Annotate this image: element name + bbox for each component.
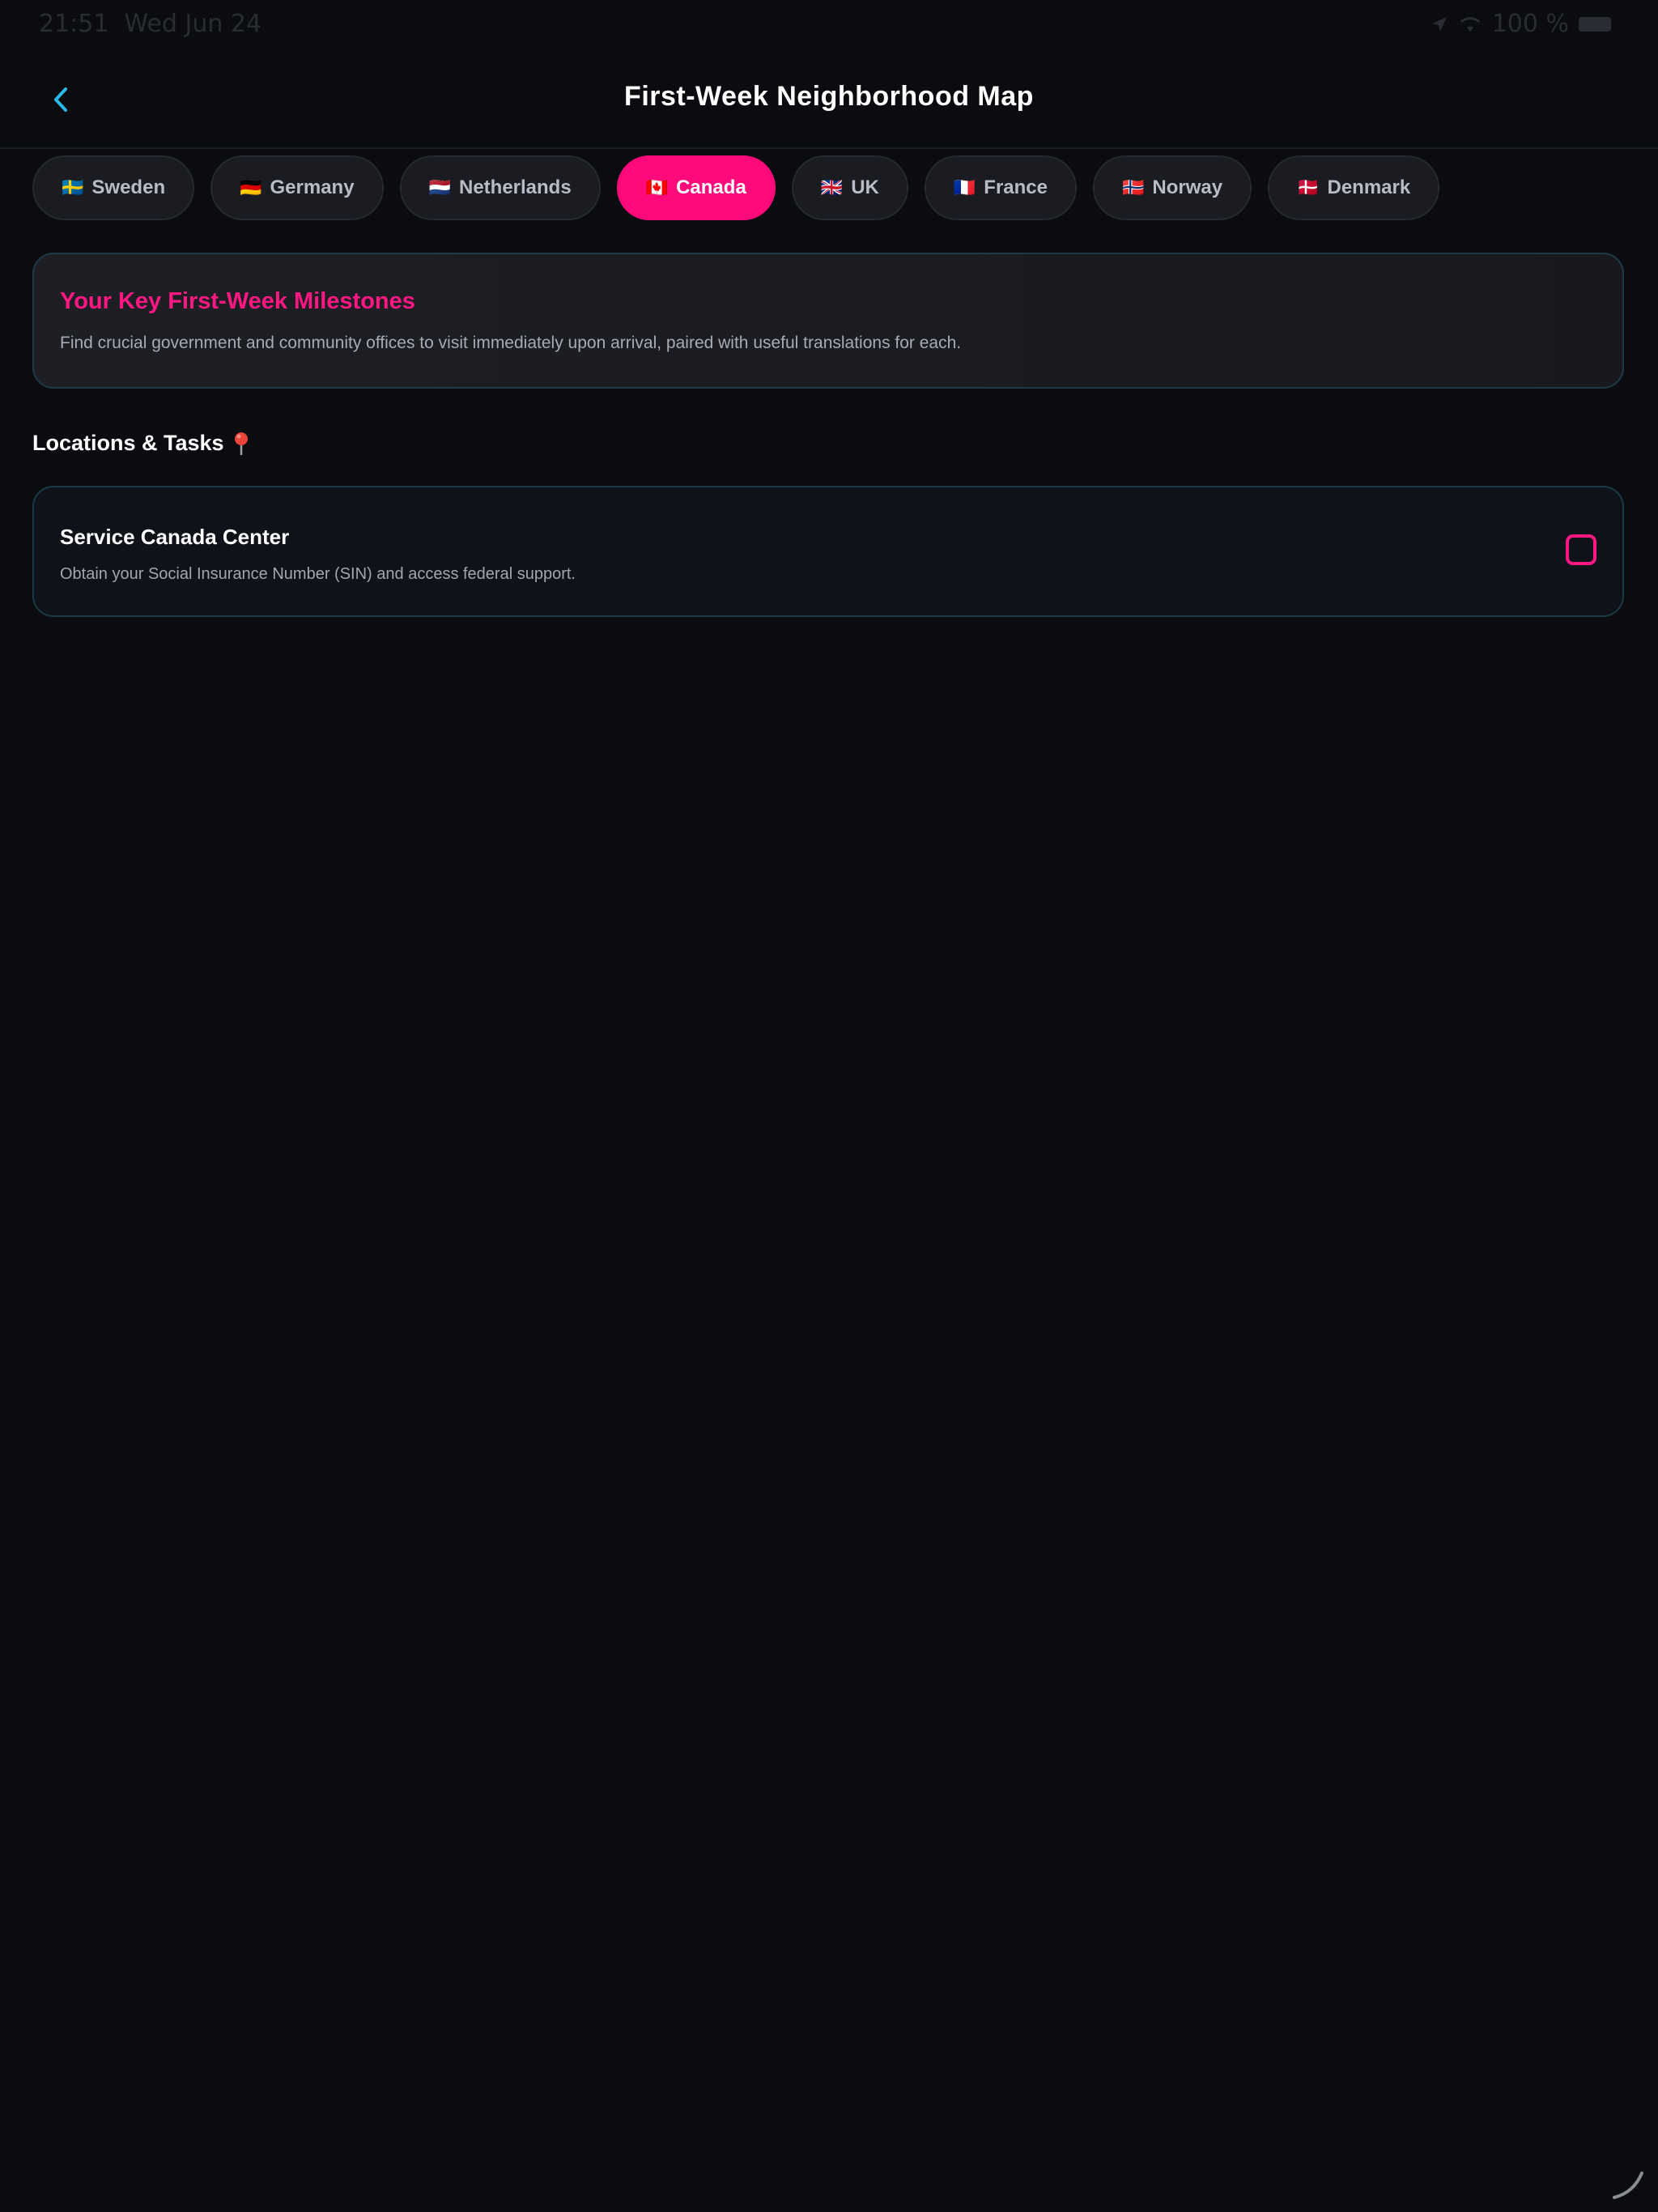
task-card[interactable]: Service Canada Center Obtain your Social…	[32, 486, 1624, 617]
tab-label: UK	[851, 177, 879, 198]
status-date: Wed Jun 24	[124, 10, 262, 38]
tab-label: Netherlands	[458, 177, 572, 198]
tab-uk[interactable]: 🇬🇧 UK	[791, 155, 908, 220]
tab-label: Germany	[270, 177, 355, 198]
navigation-bar: First-Week Neighborhood Map	[0, 52, 1658, 149]
tab-canada[interactable]: 🇨🇦 Canada	[616, 155, 776, 220]
norway-flag-icon: 🇳🇴	[1121, 177, 1145, 198]
status-indicators: 100 %	[1431, 10, 1611, 38]
resize-handle-icon	[1613, 2172, 1643, 2199]
task-checkbox[interactable]	[1566, 534, 1596, 565]
section-header: Locations & Tasks	[32, 431, 250, 456]
tab-label: France	[984, 177, 1048, 198]
location-arrow-icon	[1431, 16, 1447, 32]
status-bar: 21:51 Wed Jun 24 100 %	[0, 0, 1658, 52]
tab-norway[interactable]: 🇳🇴 Norway	[1092, 155, 1252, 220]
canada-flag-icon: 🇨🇦	[645, 177, 669, 198]
tab-label: Canada	[676, 177, 746, 198]
battery-icon	[1579, 16, 1611, 32]
task-title: Service Canada Center	[60, 525, 290, 549]
status-time: 21:51 Wed Jun 24	[39, 10, 261, 38]
pin-icon	[234, 432, 248, 455]
tab-netherlands[interactable]: 🇳🇱 Netherlands	[399, 155, 601, 220]
battery-percent: 100 %	[1491, 10, 1569, 38]
tab-germany[interactable]: 🇩🇪 Germany	[210, 155, 384, 220]
tab-denmark[interactable]: 🇩🇰 Denmark	[1268, 155, 1440, 220]
denmark-flag-icon: 🇩🇰	[1297, 177, 1320, 198]
task-description: Obtain your Social Insurance Number (SIN…	[60, 565, 576, 583]
wifi-icon	[1460, 16, 1480, 32]
netherlands-flag-icon: 🇳🇱	[428, 177, 451, 198]
page-title: First-Week Neighborhood Map	[624, 81, 1034, 112]
tab-label: Sweden	[91, 177, 166, 198]
country-tabs: 🇸🇪 Sweden 🇩🇪 Germany 🇳🇱 Netherlands 🇨🇦 Canad…	[32, 154, 1635, 222]
milestones-card: Your Key First-Week Milestones Find cruc…	[32, 253, 1624, 389]
tab-france[interactable]: 🇫🇷 France	[924, 155, 1077, 220]
milestones-title: Your Key First-Week Milestones	[60, 288, 415, 314]
section-title: Locations & Tasks	[32, 431, 224, 455]
milestones-description: Find crucial government and community of…	[60, 334, 962, 352]
france-flag-icon: 🇫🇷	[953, 177, 976, 198]
tab-label: Denmark	[1327, 177, 1411, 198]
status-clock: 21:51	[39, 10, 109, 38]
tab-label: Norway	[1152, 177, 1223, 198]
uk-flag-icon: 🇬🇧	[820, 177, 844, 198]
germany-flag-icon: 🇩🇪	[240, 177, 262, 198]
sweden-flag-icon: 🇸🇪	[62, 177, 84, 198]
tab-sweden[interactable]: 🇸🇪 Sweden	[32, 155, 195, 220]
